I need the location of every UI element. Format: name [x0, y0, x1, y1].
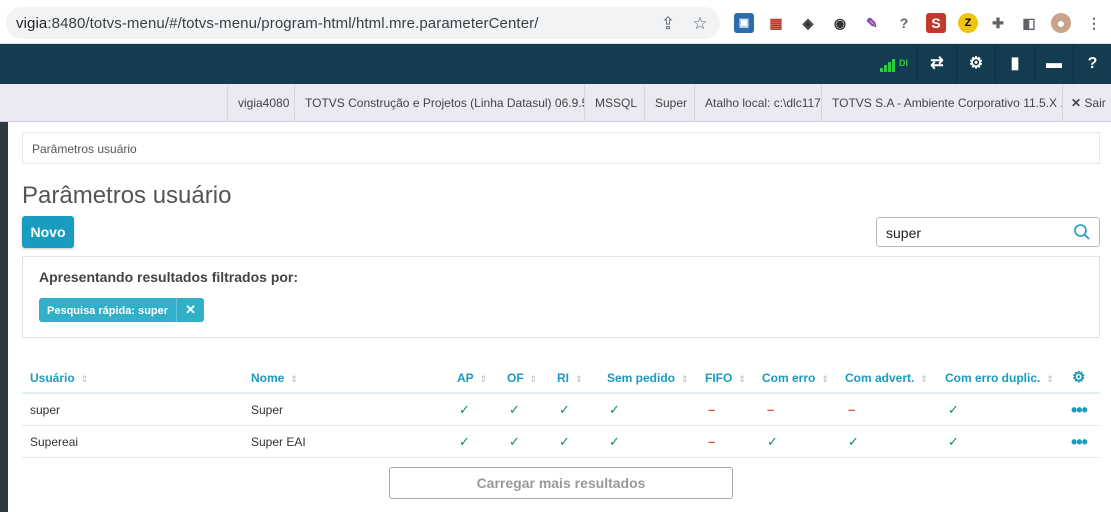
info-environment: TOTVS S.A - Ambiente Corporativo 11.5.X …: [821, 84, 1062, 122]
column-header-ap[interactable]: AP ⇕: [457, 362, 487, 394]
gear-icon[interactable]: ⚙: [956, 44, 995, 84]
breadcrumb-item[interactable]: Parâmetros usuário: [32, 142, 137, 156]
network-label: DI: [899, 58, 908, 68]
share-icon[interactable]: ⇪: [658, 14, 678, 34]
sort-icon: ⇕: [575, 374, 583, 384]
filter-chip: Pesquisa rápida: super ✕: [39, 298, 205, 322]
check-icon: ✓: [948, 402, 959, 417]
info-shortcut: Atalho local: c:\dlc117: [694, 84, 821, 122]
check-icon: ✓: [948, 434, 959, 449]
table-header: Usuário ⇕ Nome ⇕ AP ⇕ OF ⇕ RI ⇕ Sem pedido ⇕ F…: [22, 362, 1100, 394]
sort-icon: ⇕: [80, 374, 89, 384]
sort-icon: ⇕: [821, 374, 829, 384]
column-header-fifo[interactable]: FIFO ⇕: [705, 362, 746, 394]
extension-z-icon[interactable]: Z: [958, 13, 978, 33]
side-panel-icon[interactable]: ◧: [1019, 13, 1039, 33]
browser-menu-icon[interactable]: ⋮: [1084, 13, 1104, 33]
extension-s-icon[interactable]: S: [926, 13, 946, 33]
extension-badge-icon[interactable]: ◉: [830, 13, 850, 33]
minus-icon: –: [708, 434, 716, 449]
check-icon: ✓: [559, 402, 570, 417]
check-icon: ✓: [609, 402, 620, 417]
column-header-com-erro[interactable]: Com erro ⇕: [762, 362, 829, 394]
row-actions-more-icon[interactable]: •••: [1071, 426, 1088, 458]
breadcrumb: Parâmetros usuário: [22, 132, 1100, 164]
cell-usuario: super: [30, 403, 61, 417]
side-menu-strip[interactable]: [0, 122, 8, 512]
help-icon[interactable]: ?: [1073, 44, 1111, 84]
sort-icon: ⇕: [920, 374, 928, 384]
environment-info-bar: vigia4080 TOTVS Construção e Projetos (L…: [0, 84, 1111, 122]
check-icon: ✓: [459, 402, 470, 417]
profile-avatar[interactable]: ●: [1051, 13, 1071, 33]
table-settings-gear-icon[interactable]: ⚙: [1072, 362, 1085, 394]
app-header: DI ⇄ ⚙ ▮ ▬ ?: [0, 44, 1111, 84]
cell-nome: Super: [251, 403, 284, 417]
filter-chip-label: Pesquisa rápida: super: [47, 305, 169, 317]
sort-icon: ⇕: [529, 374, 538, 384]
sort-icon: ⇕: [738, 374, 746, 384]
column-header-of[interactable]: OF ⇕: [507, 362, 537, 394]
extension-feather-icon[interactable]: ✎: [862, 13, 882, 33]
shuffle-icon[interactable]: ⇄: [917, 44, 956, 84]
row-actions-more-icon[interactable]: •••: [1071, 394, 1088, 426]
check-icon: ✓: [609, 434, 620, 449]
minus-icon: –: [848, 402, 856, 417]
check-icon: ✓: [767, 434, 778, 449]
sort-icon: ⇕: [290, 374, 298, 384]
column-header-com-advert[interactable]: Com advert. ⇕: [845, 362, 928, 394]
new-button[interactable]: Novo: [22, 216, 74, 248]
filter-title: Apresentando resultados filtrados por:: [39, 269, 299, 285]
sort-icon: ⇕: [1046, 374, 1054, 384]
chat-icon[interactable]: ▬: [1034, 44, 1073, 84]
network-signal-icon: DI: [880, 56, 914, 74]
check-icon: ✓: [509, 402, 520, 417]
extension-shield-icon[interactable]: ◈: [798, 13, 818, 33]
column-header-ri[interactable]: RI ⇕: [557, 362, 583, 394]
sort-icon: ⇕: [479, 374, 488, 384]
check-icon: ✓: [848, 434, 859, 449]
search-input[interactable]: super: [876, 217, 1100, 247]
exit-button[interactable]: ✕ Sair: [1062, 84, 1111, 122]
extension-question-icon[interactable]: ?: [894, 13, 914, 33]
remove-filter-icon[interactable]: ✕: [176, 298, 204, 322]
load-more-button[interactable]: Carregar mais resultados: [389, 467, 733, 499]
extension-gift-icon[interactable]: ▦: [766, 13, 786, 33]
address-bar[interactable]: vigia:8480/totvs-menu/#/totvs-menu/progr…: [6, 7, 720, 39]
column-header-com-erro-duplic[interactable]: Com erro duplic. ⇕: [945, 362, 1054, 394]
extension-window-icon[interactable]: ▣: [734, 13, 754, 33]
table-row[interactable]: Supereai Super EAI ✓ ✓ ✓ ✓ – ✓ ✓ ✓ •••: [22, 426, 1100, 458]
check-icon: ✓: [559, 434, 570, 449]
info-database: MSSQL: [584, 84, 644, 122]
search-icon[interactable]: [1073, 223, 1091, 241]
cell-nome: Super EAI: [251, 435, 306, 449]
info-product: TOTVS Construção e Projetos (Linha Datas…: [294, 84, 584, 122]
minus-icon: –: [767, 402, 775, 417]
column-header-usuario[interactable]: Usuário ⇕: [30, 362, 88, 394]
close-icon: ✕: [1071, 96, 1082, 110]
document-icon[interactable]: ▮: [995, 44, 1034, 84]
info-host: vigia4080: [227, 84, 294, 122]
extensions-puzzle-icon[interactable]: ✚: [988, 13, 1008, 33]
column-header-sem-pedido[interactable]: Sem pedido ⇕: [607, 362, 689, 394]
column-header-nome[interactable]: Nome ⇕: [251, 362, 298, 394]
check-icon: ✓: [509, 434, 520, 449]
filter-panel: Apresentando resultados filtrados por: P…: [22, 256, 1100, 338]
cell-usuario: Supereai: [30, 435, 79, 449]
minus-icon: –: [708, 402, 716, 417]
table-row[interactable]: super Super ✓ ✓ ✓ ✓ – – – ✓ •••: [22, 394, 1100, 426]
info-user: Super: [644, 84, 694, 122]
exit-label: Sair: [1084, 96, 1106, 110]
search-value: super: [886, 225, 922, 241]
check-icon: ✓: [459, 434, 470, 449]
sort-icon: ⇕: [681, 374, 689, 384]
bookmark-star-icon[interactable]: ☆: [690, 14, 710, 34]
page-title: Parâmetros usuário: [22, 182, 232, 209]
browser-toolbar: vigia:8480/totvs-menu/#/totvs-menu/progr…: [0, 0, 1111, 44]
url-text[interactable]: vigia:8480/totvs-menu/#/totvs-menu/progr…: [16, 15, 539, 32]
